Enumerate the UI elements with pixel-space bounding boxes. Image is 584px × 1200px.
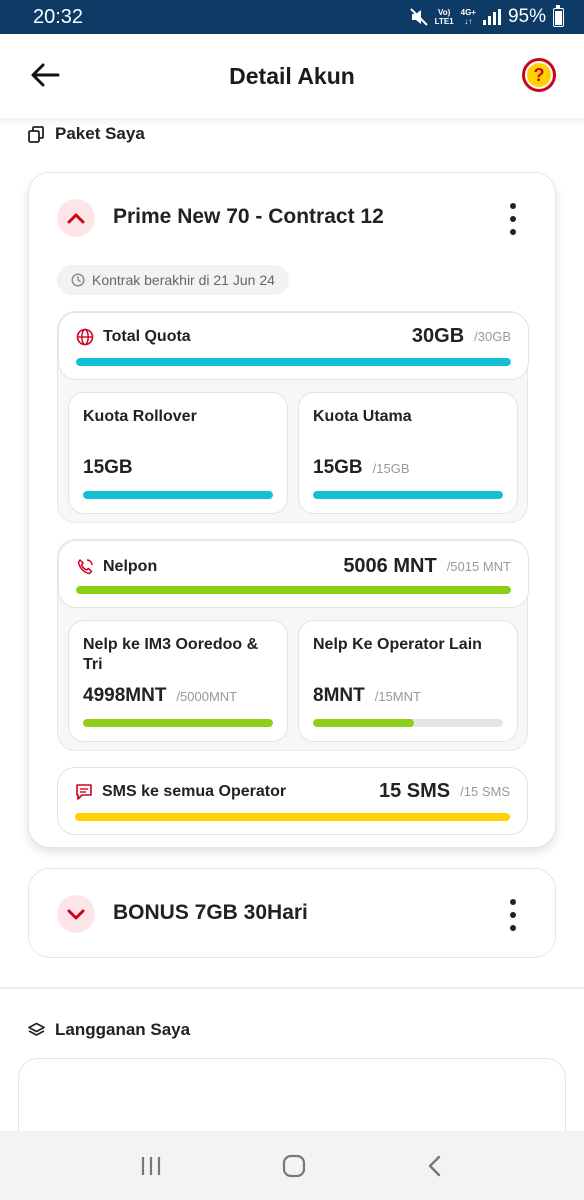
phone-icon <box>77 558 93 574</box>
nelp-im3-bar <box>83 719 273 727</box>
system-nav-bar <box>0 1131 584 1200</box>
total-quota-max: /30GB <box>474 329 511 344</box>
nelp-operator-lain-bar <box>313 719 503 727</box>
total-quota-value: 30GB <box>411 325 465 347</box>
mute-icon <box>409 8 428 26</box>
langganan-saya-heading: Langganan Saya <box>28 1020 190 1040</box>
progress-fill <box>83 491 273 499</box>
kuota-utama-value: 15GB <box>313 457 363 478</box>
paket-saya-heading: Paket Saya <box>28 124 145 144</box>
nelp-im3-card[interactable]: Nelp ke IM3 Ooredoo & Tri 4998MNT /5000M… <box>68 620 288 742</box>
nelp-operator-lain-max: /15MNT <box>374 689 421 704</box>
nelp-operator-lain-label: Nelp Ke Operator Lain <box>313 636 482 653</box>
help-button[interactable]: ? <box>522 58 556 92</box>
home-icon[interactable] <box>281 1153 307 1179</box>
progress-fill <box>75 813 510 821</box>
message-icon <box>76 783 92 800</box>
progress-fill <box>76 586 511 594</box>
copy-icon <box>28 125 44 143</box>
progress-fill <box>313 719 414 727</box>
sms-value: 15 SMS <box>378 780 451 802</box>
nelp-im3-label: Nelp ke IM3 Ooredoo & Tri <box>83 636 259 673</box>
progress-fill <box>76 358 511 366</box>
nelpon-row[interactable]: Nelpon 5006 MNT /5015 MNT <box>58 540 529 608</box>
paket-saya-label: Paket Saya <box>55 124 145 143</box>
layers-icon <box>28 1022 45 1036</box>
signal-icon <box>482 9 501 25</box>
nelp-im3-max: /5000MNT <box>176 689 238 704</box>
globe-icon <box>76 328 94 345</box>
recent-apps-icon[interactable] <box>139 1155 163 1177</box>
package-card: Prime New 70 - Contract 12 Kontrak berak… <box>28 172 556 848</box>
bonus-package-menu-button[interactable] <box>509 899 517 931</box>
section-divider <box>0 987 584 989</box>
nelp-operator-lain-value: 8MNT <box>313 685 365 706</box>
kuota-rollover-bar <box>83 491 273 499</box>
kuota-rollover-card[interactable]: Kuota Rollover 15GB <box>68 392 288 514</box>
status-time: 20:32 <box>33 5 84 28</box>
bonus-package-card[interactable]: BONUS 7GB 30Hari <box>28 868 556 958</box>
volte-indicator: Vo) LTE1 <box>434 8 454 26</box>
help-icon: ? <box>527 63 551 87</box>
network-indicator: 4G+ ↓↑ <box>460 8 476 26</box>
call-group: Nelpon 5006 MNT /5015 MNT Nelp ke IM3 Oo… <box>57 539 529 751</box>
nelpon-bar <box>76 586 511 594</box>
package-name: Prime New 70 - Contract 12 <box>113 205 384 228</box>
nelpon-value: 5006 MNT <box>343 555 437 577</box>
chevron-up-icon <box>67 213 85 224</box>
kuota-utama-max: /15GB <box>372 461 410 476</box>
langganan-saya-label: Langganan Saya <box>55 1020 191 1039</box>
sms-bar <box>75 813 510 821</box>
kuota-rollover-label: Kuota Rollover <box>83 408 197 425</box>
clock-icon <box>71 273 85 287</box>
bonus-package-name: BONUS 7GB 30Hari <box>113 901 308 924</box>
status-bar: 20:32 Vo) LTE1 4G+ ↓↑ 95% <box>0 0 584 34</box>
sms-max: /15 SMS <box>460 784 510 799</box>
chevron-down-icon <box>67 909 85 920</box>
status-icons: Vo) LTE1 4G+ ↓↑ 95% <box>409 4 564 28</box>
page-title: Detail Akun <box>229 62 355 89</box>
back-nav-icon[interactable] <box>425 1154 445 1178</box>
nelpon-max: /5015 MNT <box>446 559 511 574</box>
nelp-operator-lain-card[interactable]: Nelp Ke Operator Lain 8MNT /15MNT <box>298 620 518 742</box>
quota-group: Total Quota 30GB /30GB Kuota Rollover 15… <box>57 311 529 523</box>
battery-percent: 95% <box>507 6 546 27</box>
battery-icon <box>553 4 564 27</box>
kuota-utama-bar <box>313 491 503 499</box>
back-arrow-icon[interactable] <box>28 58 62 92</box>
kuota-utama-label: Kuota Utama <box>313 408 412 425</box>
progress-fill <box>313 491 503 499</box>
app-header: Detail Akun ? <box>0 34 584 118</box>
total-quota-row[interactable]: Total Quota 30GB /30GB <box>58 312 529 380</box>
contract-text: Kontrak berakhir di 21 Jun 24 <box>92 272 275 288</box>
kuota-rollover-value: 15GB <box>83 457 133 478</box>
sms-row[interactable]: SMS ke semua Operator 15 SMS /15 SMS <box>57 767 528 835</box>
nelp-im3-value: 4998MNT <box>83 685 167 706</box>
total-quota-label: Total Quota <box>103 327 191 345</box>
contract-badge: Kontrak berakhir di 21 Jun 24 <box>57 265 289 295</box>
expand-button[interactable] <box>57 895 95 933</box>
total-quota-bar <box>76 358 511 366</box>
progress-fill <box>83 719 273 727</box>
nelpon-label: Nelpon <box>103 557 158 575</box>
kuota-utama-card[interactable]: Kuota Utama 15GB /15GB <box>298 392 518 514</box>
package-menu-button[interactable] <box>509 203 517 235</box>
collapse-button[interactable] <box>57 199 95 237</box>
sms-label: SMS ke semua Operator <box>102 782 287 800</box>
